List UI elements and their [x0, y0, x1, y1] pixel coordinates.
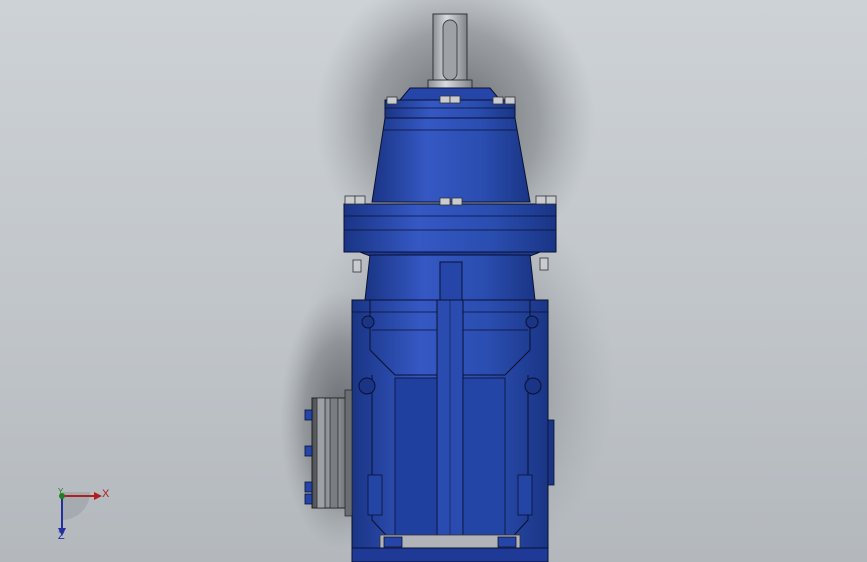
base-feet[interactable] [351, 534, 549, 562]
output-shaft[interactable] [427, 13, 473, 91]
axis-y-label: Y [58, 487, 64, 496]
cone-housing[interactable] [371, 117, 531, 203]
axis-z-label: Z [58, 530, 65, 542]
view-orientation-triad: X Y Z [50, 480, 120, 545]
neck-section[interactable] [364, 254, 536, 303]
gear-housing[interactable] [351, 299, 555, 551]
gearbox-model[interactable] [0, 0, 867, 562]
input-flange[interactable] [311, 389, 353, 517]
graphics-viewport[interactable]: X Y Z [0, 0, 867, 562]
axis-x-label: X [102, 488, 110, 500]
